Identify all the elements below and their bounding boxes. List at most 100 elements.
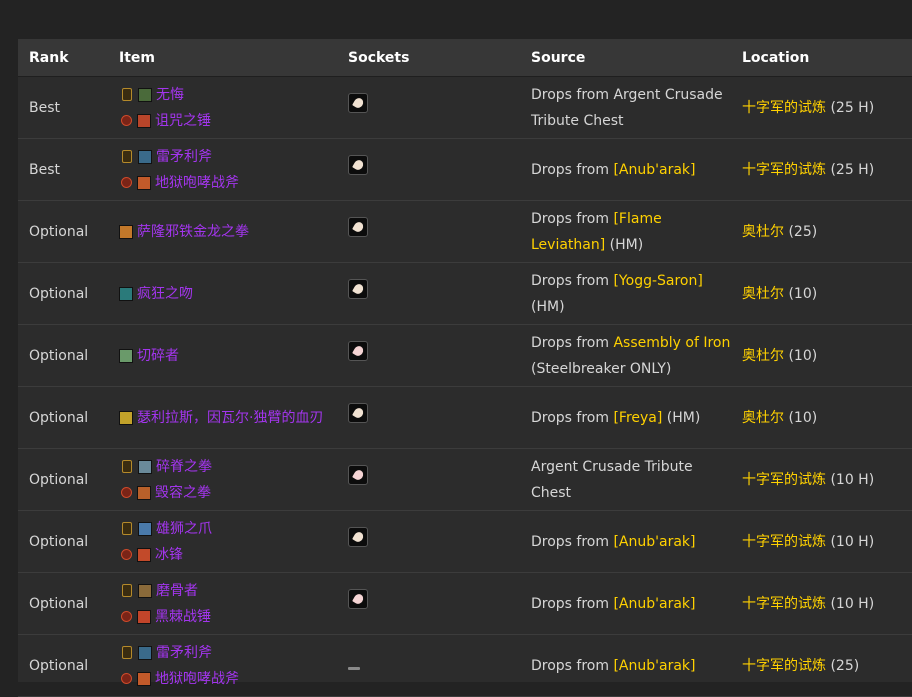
zone-link[interactable]: 十字军的试炼: [742, 658, 826, 674]
item-link[interactable]: 萨隆邪铁金龙之拳: [137, 219, 249, 245]
zone-link[interactable]: 十字军的试炼: [742, 534, 826, 550]
npc-link[interactable]: [Yogg-Saron]: [613, 273, 702, 289]
off-hand-icon: [121, 611, 132, 622]
source-note: (Steelbreaker ONLY): [531, 360, 672, 377]
header-item[interactable]: Item: [108, 39, 337, 77]
zone-link[interactable]: 奥杜尔: [742, 286, 784, 302]
socket-icon[interactable]: [348, 341, 368, 361]
gear-table: Rank Item Sockets Source Location Best 无…: [18, 39, 912, 697]
item-icon[interactable]: [119, 286, 133, 301]
zone-link[interactable]: 奥杜尔: [742, 348, 784, 364]
location-cell: 十字军的试炼 (10 H): [731, 448, 912, 511]
location-cell: 十字军的试炼 (25 H): [731, 138, 912, 201]
item-link[interactable]: 地狱咆哮战斧: [155, 666, 239, 692]
source-text: Drops from: [531, 272, 614, 289]
zone-link[interactable]: 奥杜尔: [742, 224, 784, 240]
item-icon[interactable]: [138, 87, 152, 102]
socket-icon[interactable]: [348, 403, 368, 423]
main-hand-icon: [122, 522, 132, 535]
zone-link[interactable]: 奥杜尔: [742, 410, 784, 426]
rank-cell: Optional: [18, 200, 108, 263]
item-icon[interactable]: [138, 459, 152, 474]
socket-icon[interactable]: [348, 155, 368, 175]
npc-link[interactable]: [Anub'arak]: [613, 534, 695, 550]
item-link[interactable]: 雷矛利斧: [156, 144, 212, 170]
npc-link[interactable]: [Anub'arak]: [613, 658, 695, 674]
off-hand-icon: [121, 673, 132, 684]
item-icon[interactable]: [137, 113, 151, 128]
source-cell: Drops from [Anub'arak]: [520, 510, 731, 573]
item-link[interactable]: 地狱咆哮战斧: [155, 170, 239, 196]
item-icon[interactable]: [119, 410, 133, 425]
main-hand-icon: [122, 88, 132, 101]
item-link[interactable]: 无悔: [156, 82, 184, 108]
socket-icon[interactable]: [348, 279, 368, 299]
item-icon[interactable]: [138, 521, 152, 536]
item-icon[interactable]: [138, 583, 152, 598]
item-link[interactable]: 磨骨者: [156, 578, 198, 604]
item-icon[interactable]: [137, 485, 151, 500]
item-link[interactable]: 瑟利拉斯，因瓦尔·独臂的血刃: [137, 405, 323, 431]
item-icon[interactable]: [137, 175, 151, 190]
socket-icon[interactable]: [348, 589, 368, 609]
source-cell: Drops from [Anub'arak]: [520, 572, 731, 635]
rank-cell: Optional: [18, 262, 108, 325]
item-link[interactable]: 毁容之拳: [155, 480, 211, 506]
header-source[interactable]: Source: [520, 39, 731, 77]
socket-icon[interactable]: [348, 217, 368, 237]
item-link[interactable]: 疯狂之吻: [137, 281, 193, 307]
item-icon[interactable]: [138, 149, 152, 164]
item-icon[interactable]: [137, 671, 151, 686]
item-link[interactable]: 冰锋: [155, 542, 183, 568]
zone-link[interactable]: 十字军的试炼: [742, 162, 826, 178]
no-socket-dash-icon: [348, 666, 360, 670]
item-link[interactable]: 碎脊之拳: [156, 454, 212, 480]
table-row: Optional 疯狂之吻 Drops from [Yogg-Saron] (H…: [18, 262, 912, 325]
source-text: Drops from: [531, 533, 614, 550]
table-row: Optional 雄狮之爪 冰锋 Drops from [Anub'arak] …: [18, 510, 912, 573]
header-location[interactable]: Location: [731, 39, 912, 77]
item-icon[interactable]: [137, 609, 151, 624]
item-link[interactable]: 诅咒之锤: [155, 108, 211, 134]
zone-link[interactable]: 十字军的试炼: [742, 472, 826, 488]
item-icon[interactable]: [119, 224, 133, 239]
zone-link[interactable]: 十字军的试炼: [742, 596, 826, 612]
off-hand-icon: [121, 549, 132, 560]
table-row: Optional 切碎者 Drops from Assembly of Iron…: [18, 324, 912, 387]
off-hand-icon: [121, 487, 132, 498]
npc-link[interactable]: [Anub'arak]: [613, 162, 695, 178]
item-cell: 碎脊之拳 毁容之拳: [108, 448, 337, 511]
source-note: (HM): [662, 409, 701, 426]
main-hand-icon: [122, 584, 132, 597]
item-icon[interactable]: [138, 645, 152, 660]
socket-icon[interactable]: [348, 465, 368, 485]
npc-link[interactable]: [Anub'arak]: [613, 596, 695, 612]
socket-icon[interactable]: [348, 527, 368, 547]
location-cell: 奥杜尔 (10): [731, 324, 912, 387]
item-icon[interactable]: [137, 547, 151, 562]
npc-link[interactable]: [Freya]: [613, 410, 662, 426]
item-cell: 雄狮之爪 冰锋: [108, 510, 337, 573]
sockets-cell: [337, 510, 520, 573]
table-header-row: Rank Item Sockets Source Location: [18, 39, 912, 77]
zone-suffix: (10 H): [826, 471, 875, 488]
zone-suffix: (10 H): [826, 595, 875, 612]
sockets-cell: [337, 262, 520, 325]
rank-cell: Optional: [18, 510, 108, 573]
zone-link[interactable]: 十字军的试炼: [742, 100, 826, 116]
header-sockets[interactable]: Sockets: [337, 39, 520, 77]
location-cell: 奥杜尔 (10): [731, 262, 912, 325]
item-cell: 瑟利拉斯，因瓦尔·独臂的血刃: [108, 386, 337, 449]
header-rank[interactable]: Rank: [18, 39, 108, 77]
socket-icon[interactable]: [348, 93, 368, 113]
item-link[interactable]: 雄狮之爪: [156, 516, 212, 542]
location-cell: 十字军的试炼 (10 H): [731, 510, 912, 573]
source-text: Drops from Argent Crusade Tribute Chest: [531, 86, 723, 129]
item-link[interactable]: 黑棘战锤: [155, 604, 211, 630]
location-cell: 十字军的试炼 (25 H): [731, 76, 912, 139]
zone-suffix: (25 H): [826, 99, 875, 116]
item-icon[interactable]: [119, 348, 133, 363]
item-link[interactable]: 切碎者: [137, 343, 179, 369]
item-link[interactable]: 雷矛利斧: [156, 640, 212, 666]
npc-link[interactable]: Assembly of Iron: [613, 335, 730, 351]
